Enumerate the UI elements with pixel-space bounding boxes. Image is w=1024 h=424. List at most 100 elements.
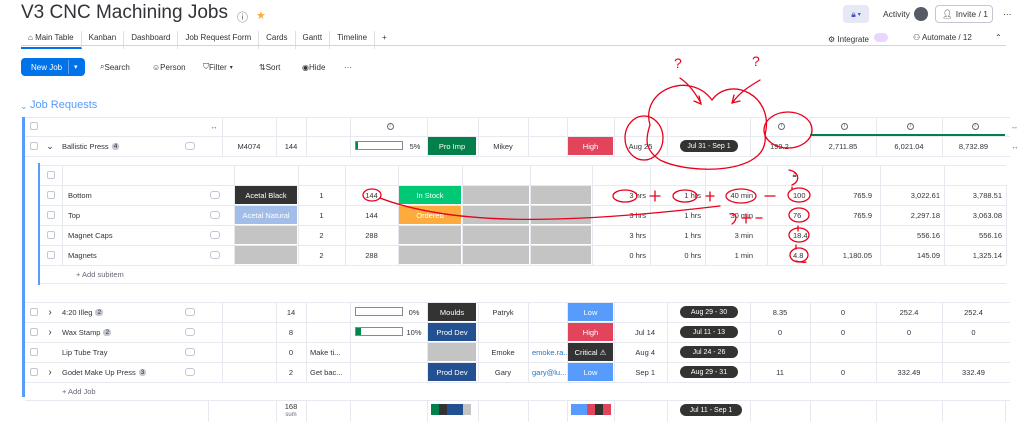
- program-chip[interactable]: [463, 206, 529, 224]
- subitem-count-badge[interactable]: 2: [95, 308, 104, 316]
- priority-chip[interactable]: High: [568, 323, 613, 341]
- priority-chip[interactable]: Low: [568, 363, 613, 381]
- add-job-button[interactable]: + Add Job: [58, 382, 158, 400]
- subitem-header-machine: [530, 165, 592, 185]
- column-divider: [667, 302, 668, 322]
- subitem-count-badge[interactable]: 3: [138, 368, 147, 376]
- department-chip[interactable]: Prod Dev: [428, 323, 476, 341]
- scheduled-timeline[interactable]: Jul 24 - 26: [680, 346, 738, 358]
- labour-cost: [876, 342, 942, 362]
- job-label[interactable]: 4:20 Illeg: [62, 308, 92, 317]
- unit-minutes: 40 min: [730, 190, 753, 200]
- chevron-right-icon[interactable]: ›: [45, 362, 55, 382]
- chevron-right-icon[interactable]: ›: [45, 322, 55, 342]
- progress-bar: [355, 141, 403, 150]
- material-chip[interactable]: [235, 226, 297, 244]
- column-divider: [427, 362, 428, 382]
- due-date: [614, 302, 667, 322]
- row-checkbox[interactable]: [30, 348, 38, 356]
- material-chip[interactable]: Acetal Black: [235, 186, 297, 204]
- progress-bar: [355, 307, 403, 316]
- billet-chip[interactable]: [399, 246, 461, 264]
- department-chip[interactable]: Moulds: [428, 303, 476, 321]
- subitem-checkbox[interactable]: [47, 231, 55, 239]
- column-divider: [398, 165, 399, 185]
- info-icon[interactable]: i: [841, 123, 848, 130]
- job-label[interactable]: Godet Make Up Press: [62, 368, 136, 377]
- email-link[interactable]: [528, 322, 567, 342]
- scheduled-timeline[interactable]: Aug 29 - 31: [680, 366, 738, 378]
- column-divider: [592, 185, 593, 205]
- info-icon[interactable]: i: [386, 123, 394, 130]
- select-all-checkbox[interactable]: [30, 122, 38, 130]
- conversation-icon[interactable]: [185, 348, 195, 356]
- department-chip[interactable]: Prod Dev: [428, 363, 476, 381]
- add-subitem-button[interactable]: + Add subitem: [72, 265, 172, 283]
- conversation-icon[interactable]: [210, 231, 220, 239]
- program-chip[interactable]: [463, 226, 529, 244]
- info-icon[interactable]: i: [971, 123, 979, 130]
- row-checkbox[interactable]: [30, 328, 38, 336]
- column-divider: [810, 302, 811, 322]
- info-icon[interactable]: i: [907, 123, 914, 130]
- description: Get bac...: [310, 367, 343, 377]
- row-checkbox[interactable]: [30, 142, 38, 150]
- priority-chip[interactable]: Low: [568, 303, 613, 321]
- scheduled-timeline[interactable]: Jul 11 - 13: [680, 326, 738, 338]
- subitem-checkbox[interactable]: [47, 211, 55, 219]
- priority-chip[interactable]: Critical ⚠: [568, 343, 613, 361]
- conversation-icon[interactable]: [210, 251, 220, 259]
- program-chip[interactable]: [463, 246, 529, 264]
- column-divider: [222, 342, 223, 362]
- machine-chip[interactable]: [531, 246, 591, 264]
- billet-chip[interactable]: [399, 226, 461, 244]
- material-cost: 765.9: [853, 210, 872, 220]
- billet-chip[interactable]: Ordered: [399, 206, 461, 224]
- conversation-icon[interactable]: [210, 211, 220, 219]
- scheduled-timeline[interactable]: Aug 29 - 30: [680, 306, 738, 318]
- job-label[interactable]: Wax Stamp: [62, 328, 100, 337]
- column-divider: [276, 302, 277, 322]
- column-divider: [222, 117, 223, 136]
- job-name: Godet Make Up Press 3: [58, 362, 178, 382]
- labour-cost: 3,022.61: [910, 190, 940, 200]
- conversation-icon[interactable]: [185, 368, 195, 376]
- subitem-count-badge[interactable]: 4: [111, 142, 120, 150]
- conversation-icon[interactable]: [185, 328, 195, 336]
- job-label[interactable]: Ballistic Press: [62, 142, 109, 151]
- subitem-header-material: [234, 165, 298, 185]
- column-divider: [350, 342, 351, 362]
- subitem-checkbox[interactable]: [47, 251, 55, 259]
- department-chip[interactable]: Pro Imp: [428, 137, 476, 155]
- billet-chip[interactable]: In Stock: [399, 186, 461, 204]
- subitem-name: Magnet Caps: [68, 230, 113, 240]
- program-chip[interactable]: [463, 186, 529, 204]
- column-divider: [350, 362, 351, 382]
- priority-chip[interactable]: High: [568, 137, 613, 155]
- machine-chip[interactable]: [531, 226, 591, 244]
- conversation-icon[interactable]: [185, 142, 195, 150]
- conversation-icon[interactable]: [185, 308, 195, 316]
- machine-chip[interactable]: [531, 186, 591, 204]
- subitem-count-badge[interactable]: 2: [103, 328, 112, 336]
- email-link[interactable]: [528, 302, 567, 322]
- department-chip[interactable]: [428, 343, 476, 361]
- select-all-subitems-checkbox[interactable]: [47, 171, 55, 179]
- row-checkbox[interactable]: [30, 368, 38, 376]
- material-chip[interactable]: [235, 246, 297, 264]
- column-divider: [208, 400, 209, 422]
- subitem-checkbox[interactable]: [47, 191, 55, 199]
- scheduled-timeline[interactable]: Jul 31 - Sep 1: [680, 140, 738, 152]
- chevron-right-icon[interactable]: ›: [45, 302, 55, 322]
- info-icon[interactable]: i: [778, 123, 785, 130]
- machine-chip[interactable]: [531, 206, 591, 224]
- row-checkbox[interactable]: [30, 308, 38, 316]
- email-link[interactable]: gary@lu...: [528, 362, 567, 382]
- job-label[interactable]: Lip Tube Tray: [62, 348, 107, 357]
- total-cost: [942, 342, 1005, 362]
- conversation-icon[interactable]: [210, 191, 220, 199]
- email-link[interactable]: emoke.ra...: [528, 342, 567, 362]
- description: Make ti...: [310, 347, 341, 357]
- material-chip[interactable]: Acetal Natural: [235, 206, 297, 224]
- column-divider: [427, 302, 428, 322]
